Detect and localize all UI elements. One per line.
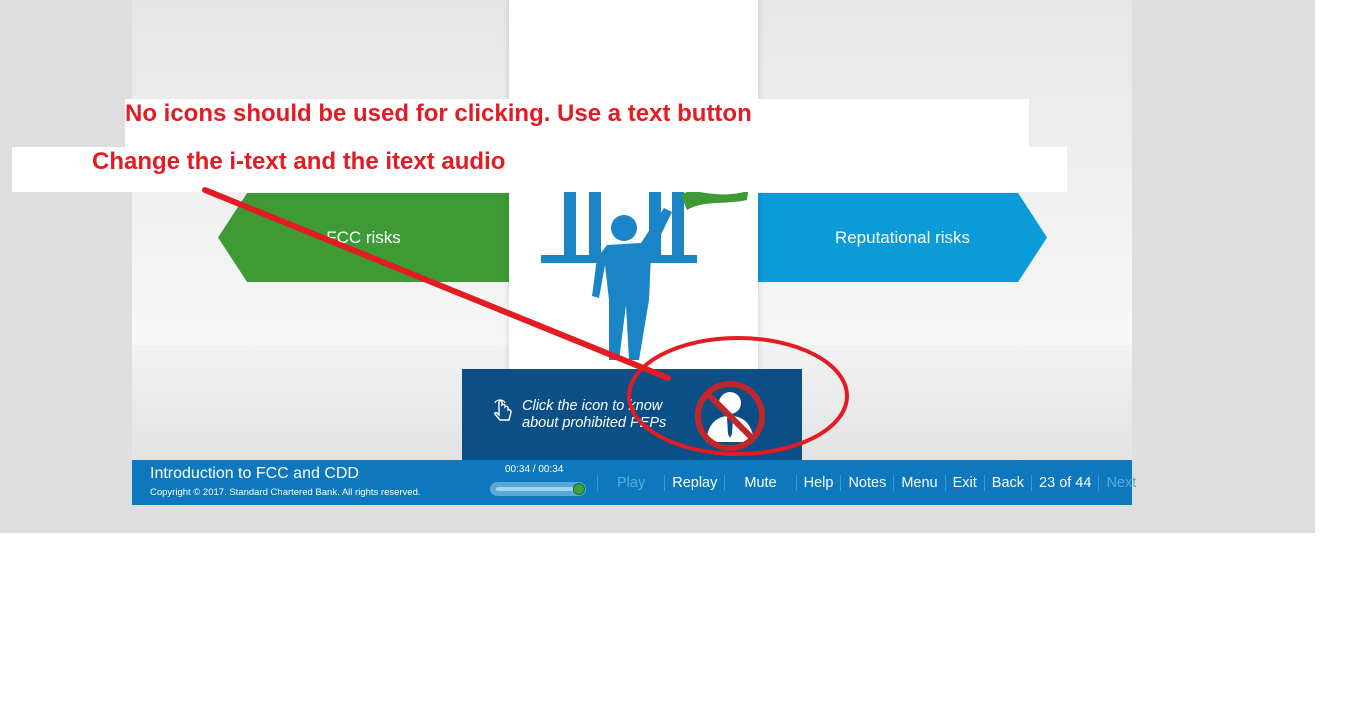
annotation-highlight-circle	[627, 336, 849, 456]
annotation-overlay	[202, 187, 849, 456]
annotation-arrow-line	[202, 187, 671, 381]
